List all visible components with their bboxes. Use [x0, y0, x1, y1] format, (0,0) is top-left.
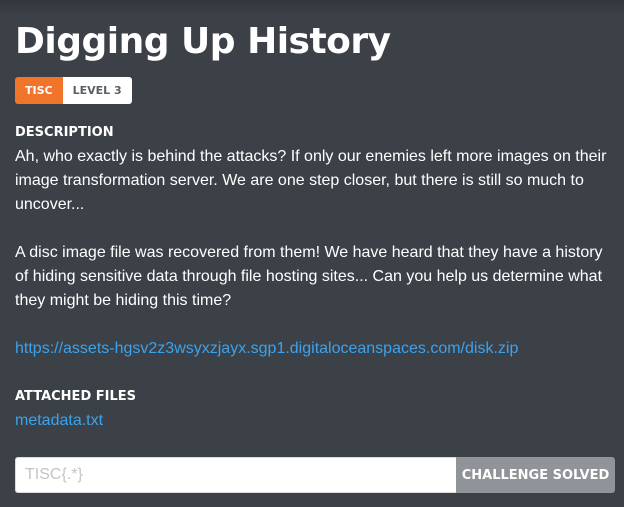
- download-link[interactable]: https://assets-hgsv2z3wsyxzjayx.sgp1.dig…: [15, 337, 518, 361]
- attached-files-label: ATTACHED FILES: [15, 389, 136, 404]
- flag-input[interactable]: [15, 457, 456, 493]
- level-tag: LEVEL 3: [62, 77, 132, 104]
- description-label: DESCRIPTION: [15, 125, 114, 140]
- description-paragraph-2: A disc image file was recovered from the…: [15, 244, 603, 309]
- attached-file-link[interactable]: metadata.txt: [15, 409, 103, 433]
- top-bar: [0, 0, 624, 14]
- category-tag: TISC: [15, 77, 63, 104]
- challenge-tags: TISC LEVEL 3: [15, 77, 132, 104]
- challenge-solved-button[interactable]: CHALLENGE SOLVED: [456, 457, 615, 493]
- flag-submission-form: CHALLENGE SOLVED: [15, 457, 615, 493]
- description-paragraph-1: Ah, who exactly is behind the attacks? I…: [15, 148, 607, 213]
- challenge-title: Digging Up History: [15, 21, 391, 62]
